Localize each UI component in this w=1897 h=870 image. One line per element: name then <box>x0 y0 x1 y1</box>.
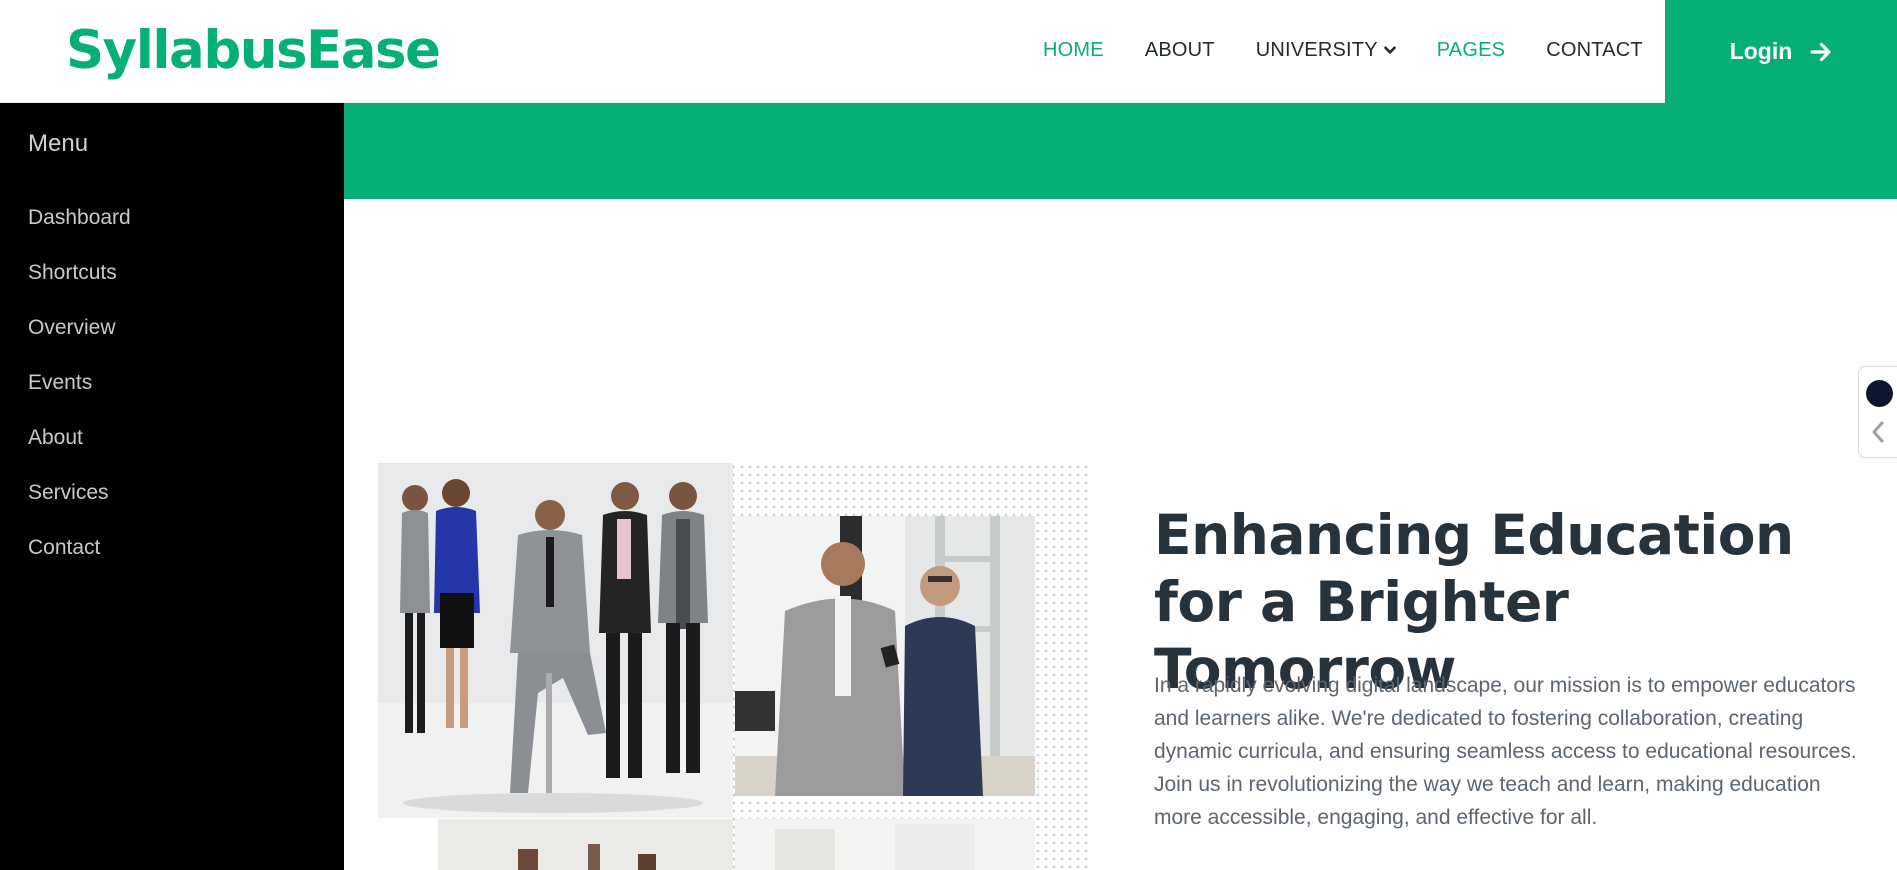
login-button[interactable]: Login <box>1665 0 1897 103</box>
site-header: SyllabusEase HOME ABOUT UNIVERSITY PAGES… <box>0 0 1897 103</box>
nav-contact-label: CONTACT <box>1546 39 1643 61</box>
sidebar-item-services[interactable]: Services <box>28 481 131 536</box>
arrow-right-icon <box>1810 42 1831 61</box>
sidebar-item-shortcuts[interactable]: Shortcuts <box>28 261 131 316</box>
nav-home-label: HOME <box>1043 39 1104 61</box>
sidebar-title: Menu <box>28 130 89 157</box>
sidebar-item-overview[interactable]: Overview <box>28 316 131 371</box>
team-group-photo <box>378 463 733 818</box>
site-logo[interactable]: SyllabusEase <box>66 20 441 81</box>
nav-about-label: ABOUT <box>1144 39 1215 61</box>
nav-home[interactable]: HOME <box>1043 39 1104 62</box>
study-photo <box>735 819 1035 870</box>
nav-contact[interactable]: CONTACT <box>1546 39 1643 62</box>
sidebar-item-about[interactable]: About <box>28 426 131 481</box>
sidebar-item-contact[interactable]: Contact <box>28 536 131 591</box>
nav-pages-label: PAGES <box>1436 39 1506 61</box>
chevron-left-icon[interactable] <box>1871 421 1885 443</box>
sidebar-menu: Dashboard Shortcuts Overview Events Abou… <box>28 206 131 591</box>
sidebar-item-events[interactable]: Events <box>28 371 131 426</box>
login-label: Login <box>1729 38 1793 64</box>
chevron-down-icon <box>1383 46 1396 55</box>
classroom-photo <box>438 819 733 870</box>
main-nav: HOME ABOUT UNIVERSITY PAGES CONTACT <box>1043 39 1684 62</box>
nav-about[interactable]: ABOUT <box>1145 39 1215 62</box>
business-meeting-photo <box>735 516 1035 796</box>
floating-side-widget[interactable] <box>1858 366 1897 458</box>
nav-university-label: UNIVERSITY <box>1255 39 1378 61</box>
nav-university[interactable]: UNIVERSITY <box>1256 39 1396 62</box>
sidebar: Menu Dashboard Shortcuts Overview Events… <box>0 103 344 870</box>
page-banner <box>344 103 1897 199</box>
assistant-icon[interactable] <box>1866 380 1893 407</box>
nav-pages[interactable]: PAGES <box>1437 39 1505 62</box>
hero-description: In a rapidly evolving digital landscape,… <box>1154 674 1857 829</box>
sidebar-item-dashboard[interactable]: Dashboard <box>28 206 131 261</box>
